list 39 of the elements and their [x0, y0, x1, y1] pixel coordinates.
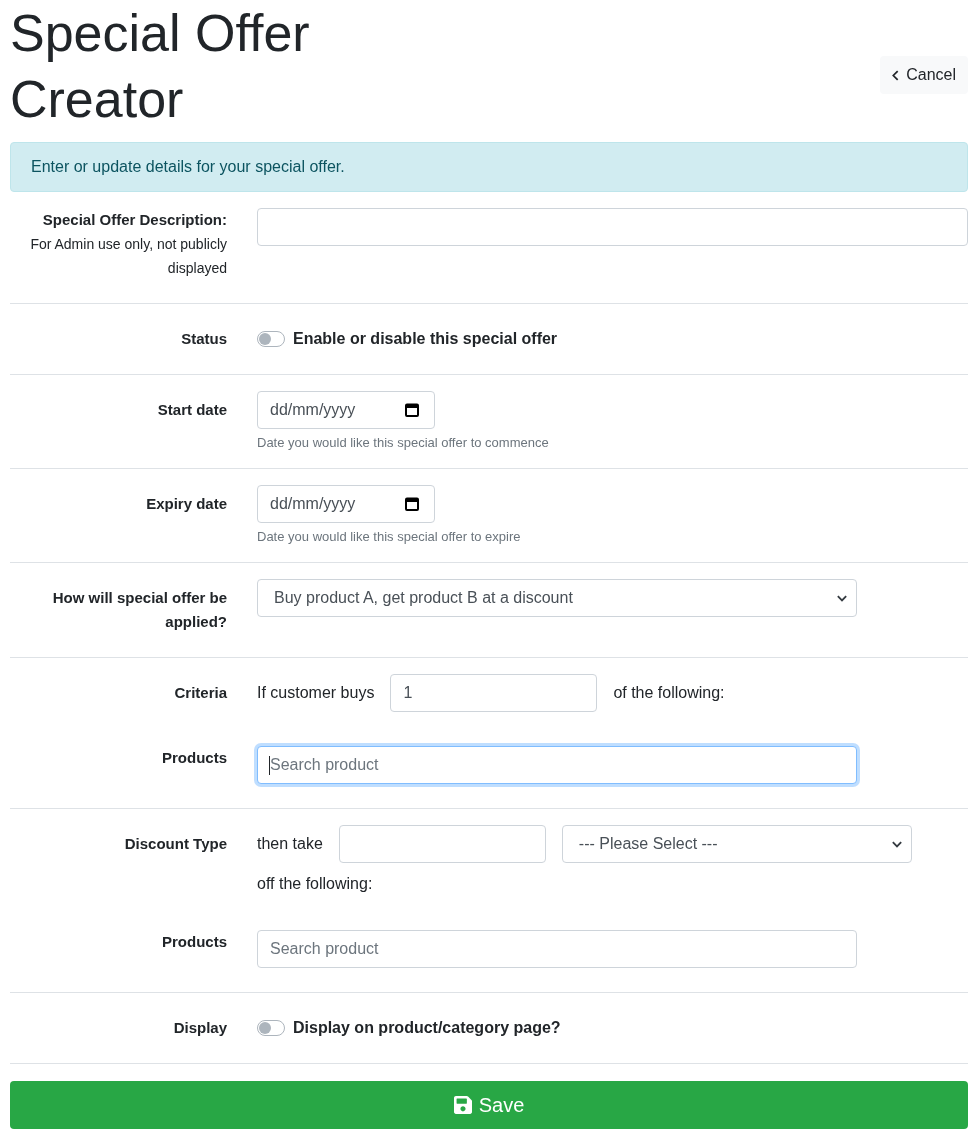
product-search-field[interactable]: Search product: [257, 746, 857, 784]
field-label: Criteria: [173, 683, 227, 703]
quantity-field[interactable]: 1: [390, 674, 598, 712]
text-field[interactable]: [257, 208, 968, 246]
info-alert: Enter or update details for your special offer.: [10, 142, 968, 192]
field-label: Expiry date: [145, 494, 227, 514]
calendar-icon: [405, 403, 419, 417]
cancel-button[interactable]: Cancel: [880, 56, 968, 94]
toggle-label: Display on product/category page?: [293, 1018, 561, 1038]
field-label: Status: [180, 329, 227, 349]
help-text: Date you would like this special offer to commence: [257, 434, 550, 452]
criteria-text: of the following:: [613, 683, 725, 703]
field-label: Special Offer Description:: [41, 210, 227, 230]
chevron-down-icon: [837, 594, 847, 602]
toggle-label: Enable or disable this special offer: [293, 329, 558, 349]
page-title: Special Offer Creator: [10, 3, 311, 130]
field-label: Products: [161, 748, 227, 768]
field-label: Products: [161, 932, 227, 952]
toggle-switch[interactable]: [257, 1020, 285, 1036]
help-text: Date you would like this special offer to expire: [257, 528, 522, 546]
field-label: How will special offer be applied?: [51, 588, 227, 632]
field-label: Display: [172, 1018, 227, 1038]
select-dropdown[interactable]: Buy product A, get product B at a discount: [257, 579, 857, 617]
chevron-left-icon: [892, 69, 900, 81]
toggle-switch[interactable]: [257, 331, 285, 347]
chevron-down-icon: [891, 840, 902, 848]
calendar-icon: [405, 497, 419, 511]
date-field[interactable]: dd/mm/yyyy: [257, 391, 435, 429]
field-note: For Admin use only, not publicly displayed: [29, 235, 227, 278]
discount-text: off the following:: [257, 874, 373, 894]
text-cursor: [269, 756, 270, 775]
discount-text: then take: [257, 834, 323, 854]
product-search-field[interactable]: Search product: [257, 930, 857, 968]
field-label: Start date: [156, 400, 227, 420]
date-field[interactable]: dd/mm/yyyy: [257, 485, 435, 523]
field-label: Discount Type: [123, 834, 227, 854]
discount-amount-field[interactable]: [338, 825, 546, 863]
criteria-text: If customer buys: [257, 683, 375, 703]
select-dropdown[interactable]: --- Please Select ---: [561, 825, 912, 863]
